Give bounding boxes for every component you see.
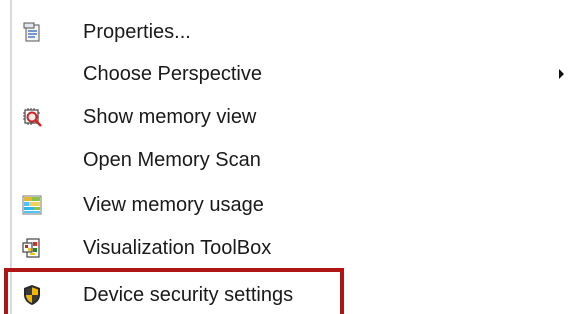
highlight-box — [4, 268, 344, 314]
menu-item-visualization-toolbox[interactable]: Visualization ToolBox — [14, 228, 585, 268]
menu-item-label: View memory usage — [83, 194, 264, 216]
menu-item-view-memory-usage[interactable]: View memory usage — [14, 185, 585, 225]
menu-item-label: Properties... — [83, 21, 191, 43]
menu-item-properties[interactable]: Properties... — [14, 12, 585, 52]
properties-icon — [20, 20, 44, 44]
submenu-arrow-icon — [559, 69, 564, 79]
menu-item-label: Choose Perspective — [83, 63, 262, 85]
menu-item-choose-perspective[interactable]: Choose Perspective — [14, 54, 585, 94]
menu-item-label: Show memory view — [83, 106, 257, 128]
menu-item-label: Open Memory Scan — [83, 149, 261, 171]
menu-item-show-memory-view[interactable]: Show memory view — [14, 97, 585, 137]
memory-view-icon — [20, 105, 44, 129]
context-menu: Properties... Choose Perspective Show me… — [0, 0, 585, 314]
icon-gutter-divider — [10, 0, 12, 314]
menu-item-open-memory-scan[interactable]: Open Memory Scan — [14, 140, 585, 180]
memory-usage-icon — [20, 193, 44, 217]
visualization-toolbox-icon — [20, 236, 44, 260]
menu-item-label: Visualization ToolBox — [83, 237, 272, 259]
